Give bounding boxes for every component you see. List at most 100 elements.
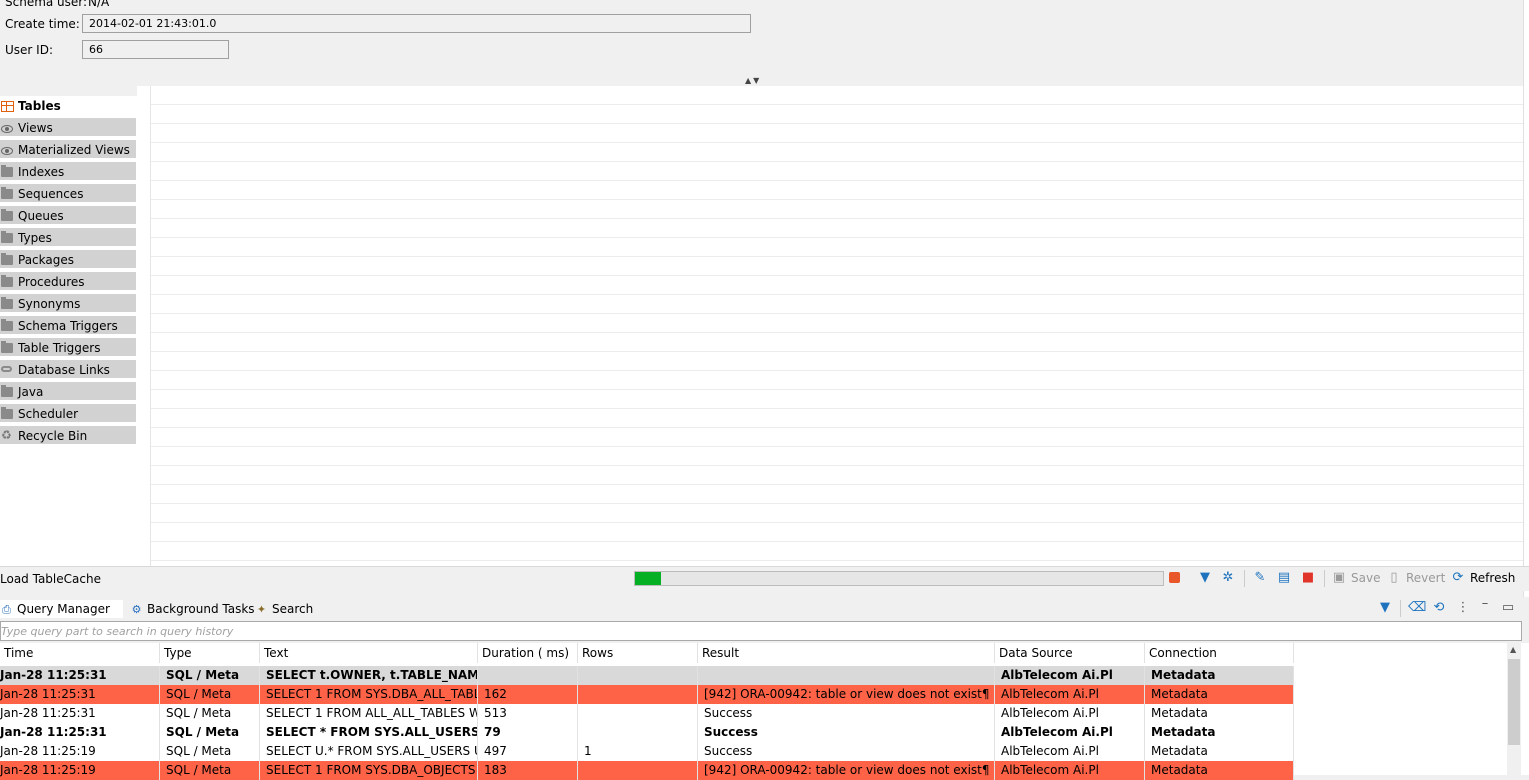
tree-item-indexes[interactable]: Indexes	[0, 162, 136, 182]
clear-eraser-icon[interactable]: ⌫	[1408, 601, 1426, 615]
user-id-field[interactable]: 66	[82, 40, 229, 59]
editor-scrollbar[interactable]	[1523, 0, 1529, 600]
column-header-data-source[interactable]: Data Source	[995, 643, 1145, 663]
cell-type: SQL / Meta	[160, 723, 260, 742]
column-header-time[interactable]: Time	[0, 643, 160, 663]
tab-label: Query Manager	[17, 602, 110, 616]
tree-item-label: Table Triggers	[18, 341, 101, 355]
cell-datasource: AlbTelecom Ai.Pl	[995, 761, 1145, 780]
open-editor-icon[interactable]: ▤	[1277, 571, 1291, 585]
stop-icon[interactable]	[1169, 572, 1180, 583]
column-header-text[interactable]: Text	[260, 643, 478, 663]
tree-item-types[interactable]: Types	[0, 228, 136, 248]
cell-datasource: AlbTelecom Ai.Pl	[995, 704, 1145, 723]
cell-rows	[578, 704, 698, 723]
tree-item-queues[interactable]: Queues	[0, 206, 136, 226]
tree-item-table-triggers[interactable]: Table Triggers	[0, 338, 136, 358]
user-id-label: User ID:	[5, 43, 53, 57]
column-header-duration[interactable]: Duration ( ms)	[478, 643, 578, 663]
refresh-button[interactable]: Refresh	[1470, 571, 1515, 585]
tree-item-java[interactable]: Java	[0, 382, 136, 402]
folder-icon	[1, 341, 13, 353]
tree-item-procedures[interactable]: Procedures	[0, 272, 136, 292]
table-row[interactable]: Jan-28 11:25:31 SQL / Meta SELECT * FROM S…	[0, 723, 1294, 742]
column-header-connection[interactable]: Connection	[1145, 643, 1294, 663]
cell-type: SQL / Meta	[160, 704, 260, 723]
folder-icon	[1, 319, 13, 331]
cell-result: Success	[698, 723, 995, 742]
table-row[interactable]: Jan-28 11:25:31 SQL / Meta SELECT 1 FROM S…	[0, 685, 1294, 704]
minimize-icon[interactable]: –	[1478, 597, 1492, 611]
table-row[interactable]: Jan-28 11:25:19 SQL / Meta SELECT U.* FROM…	[0, 742, 1294, 761]
cell-time: Jan-28 11:25:31	[0, 704, 160, 723]
cell-text: SELECT 1 FROM SYS.DBA_ALL_TABLE...	[260, 685, 478, 704]
tree-item-recycle-bin[interactable]: ♻ Recycle Bin	[0, 426, 136, 446]
tree-item-label: Packages	[18, 253, 74, 267]
column-header-result[interactable]: Result	[698, 643, 995, 663]
cell-time: Jan-28 11:25:31	[0, 685, 160, 704]
background-tasks-icon: ⚙	[131, 603, 142, 616]
progress-fill	[635, 572, 662, 585]
toolbar-separator	[1324, 570, 1325, 587]
cell-duration	[478, 666, 578, 685]
cell-datasource: AlbTelecom Ai.Pl	[995, 742, 1145, 761]
create-time-field[interactable]: 2014-02-01 21:43:01.0	[82, 14, 751, 33]
filter-icon[interactable]: ▼	[1198, 571, 1212, 585]
tree-item-sequences[interactable]: Sequences	[0, 184, 136, 204]
tab-query-manager[interactable]: ⎙Query Manager ⊠	[0, 600, 123, 635]
toolbar-separator	[1400, 600, 1401, 617]
tree-item-label: Sequences	[18, 187, 84, 201]
edit-pencil-icon[interactable]: ✎	[1253, 571, 1267, 585]
tree-item-label: Java	[18, 385, 44, 399]
save-button[interactable]: Save	[1351, 571, 1380, 585]
cell-rows	[578, 685, 698, 704]
tree-item-schema-triggers[interactable]: Schema Triggers	[0, 316, 136, 336]
tab-background-tasks[interactable]: ⚙ Background Tasks	[130, 600, 255, 618]
cell-text: SELECT t.OWNER, t.TABLE_NAME A...	[260, 666, 478, 685]
scroll-up-icon[interactable]: ▲	[1510, 645, 1516, 654]
tree-item-label: Scheduler	[18, 407, 79, 421]
table-row[interactable]: Jan-28 11:25:31 SQL / Meta SELECT t.OWNER,…	[0, 666, 1294, 685]
cell-duration: 162	[478, 685, 578, 704]
tree-item-label: Materialized Views	[18, 143, 130, 157]
cell-time: Jan-28 11:25:31	[0, 723, 160, 742]
column-header-rows[interactable]: Rows	[578, 643, 698, 663]
tree-item-database-links[interactable]: Database Links	[0, 360, 136, 380]
column-header-type[interactable]: Type	[160, 643, 260, 663]
folder-icon	[1, 275, 13, 287]
cell-type: SQL / Meta	[160, 742, 260, 761]
view-menu-icon[interactable]: ⋮	[1456, 601, 1470, 615]
tree-item-scheduler[interactable]: Scheduler	[0, 404, 136, 424]
tree-item-label: Indexes	[18, 165, 65, 179]
revert-button[interactable]: Revert	[1406, 571, 1445, 585]
cell-connection: Metadata	[1145, 704, 1294, 723]
cell-time: Jan-28 11:25:19	[0, 761, 160, 780]
tree-item-synonyms[interactable]: Synonyms	[0, 294, 136, 314]
history-scrollbar[interactable]: ▲	[1507, 643, 1521, 775]
cell-connection: Metadata	[1145, 723, 1294, 742]
eye-icon	[1, 125, 13, 133]
folder-icon	[1, 209, 13, 221]
cell-time: Jan-28 11:25:31	[0, 666, 160, 685]
folder-icon	[1, 253, 13, 265]
progress-bar	[634, 571, 1164, 586]
table-row[interactable]: Jan-28 11:25:31 SQL / Meta SELECT 1 FROM A…	[0, 704, 1294, 723]
tree-item-packages[interactable]: Packages	[0, 250, 136, 270]
status-bar: Load TableCache ▼ ✲ ✎ ▤ ■ ▣ Save ▯ Rever…	[0, 566, 1529, 591]
collapse-toggle-icon[interactable]: ▲▼	[745, 76, 761, 85]
table-row[interactable]: Jan-28 11:25:19 SQL / Meta SELECT 1 FROM S…	[0, 761, 1294, 780]
tables-grid[interactable]	[150, 86, 1524, 566]
tree-item-tables[interactable]: Tables	[0, 96, 136, 116]
scrollbar-thumb[interactable]	[1508, 659, 1520, 745]
settings-gear-icon[interactable]: ✲	[1221, 571, 1235, 585]
tab-search[interactable]: ✦ Search	[255, 600, 313, 618]
maximize-icon[interactable]: ▭	[1501, 601, 1515, 615]
delete-icon[interactable]: ■	[1301, 571, 1315, 585]
sync-icon[interactable]: ⟲	[1432, 601, 1446, 615]
tree-item-materialized-views[interactable]: Materialized Views	[0, 140, 136, 160]
query-history-search-input[interactable]	[0, 621, 1522, 641]
tree-item-views[interactable]: Views	[0, 118, 136, 138]
tree-item-label: Queues	[18, 209, 64, 223]
gutter	[137, 86, 150, 566]
history-filter-icon[interactable]: ▼	[1378, 601, 1392, 615]
